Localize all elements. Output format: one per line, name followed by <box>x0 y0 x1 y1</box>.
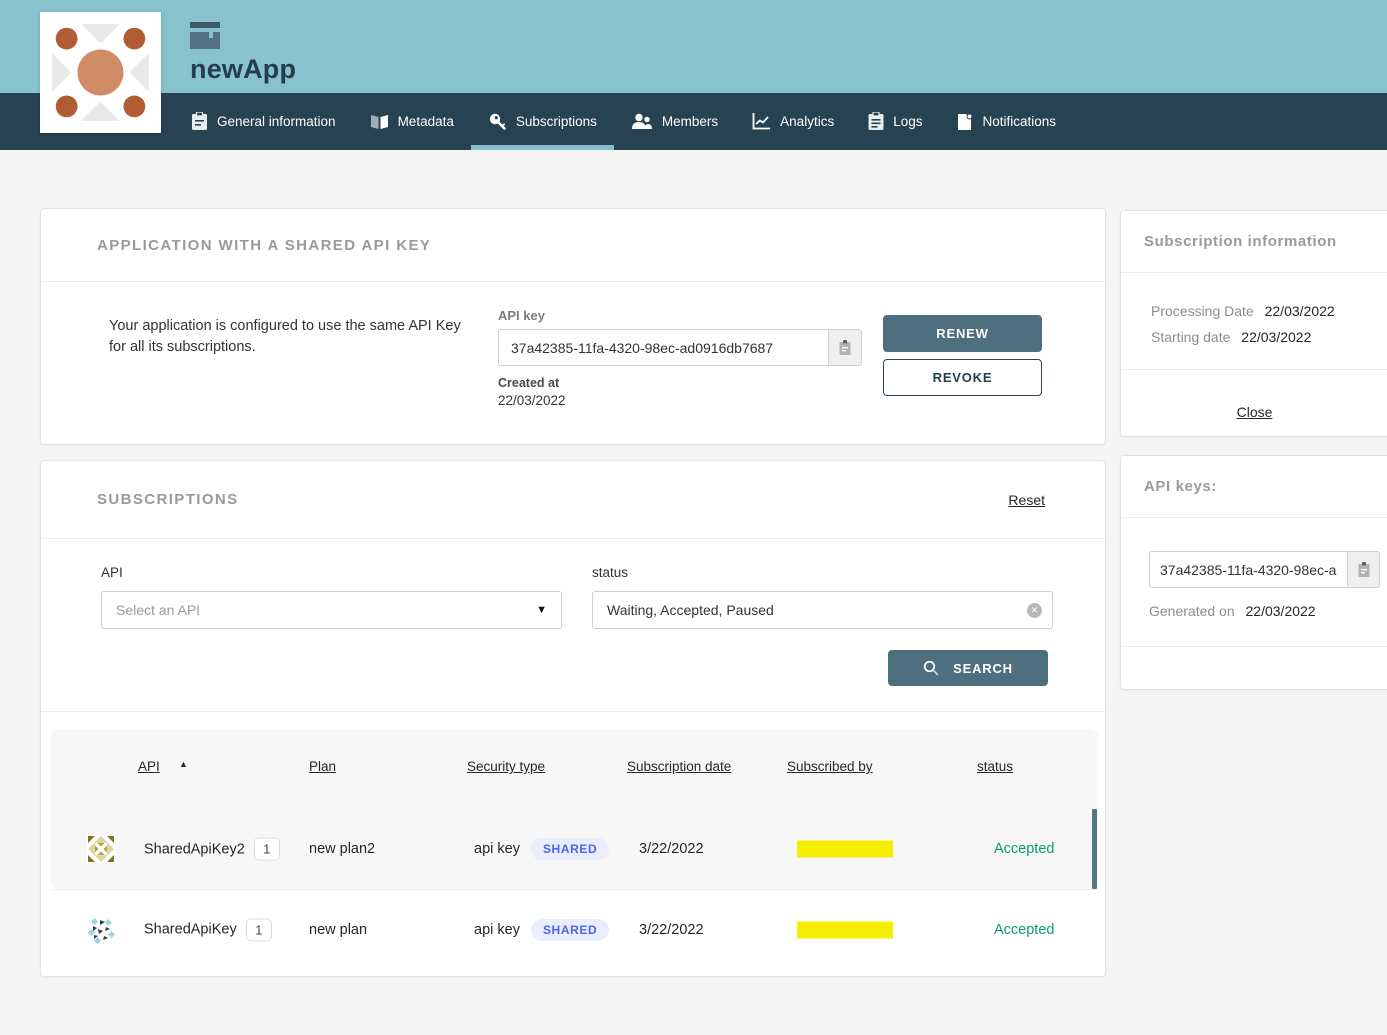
starting-date-label: Starting date <box>1151 329 1230 345</box>
api-avatar <box>87 916 115 944</box>
api-key-label: API key <box>498 308 862 323</box>
api-avatar <box>87 835 115 863</box>
created-at-value: 22/03/2022 <box>498 393 862 408</box>
table-row[interactable]: SharedApiKey 1 new plan api key SHARED 3… <box>51 889 1098 969</box>
subscription-count-badge: 1 <box>246 918 272 941</box>
logs-icon <box>868 112 884 131</box>
copy-icon <box>838 339 852 356</box>
subscriptions-table: API ▲ Plan Security type Subscription da… <box>51 729 1098 969</box>
tab-general-information[interactable]: General information <box>174 93 353 150</box>
api-select[interactable]: Select an API ▼ <box>101 591 562 629</box>
column-header-subscribed-by[interactable]: Subscribed by <box>787 759 873 774</box>
processing-date-label: Processing Date <box>1151 303 1254 319</box>
tab-metadata[interactable]: Metadata <box>353 93 471 150</box>
api-select-placeholder: Select an API <box>116 602 536 618</box>
shared-chip: SHARED <box>531 919 609 941</box>
generated-on-value: 22/03/2022 <box>1246 603 1316 619</box>
app-avatar <box>40 12 161 133</box>
subscribed-by-redacted <box>797 921 893 938</box>
chevron-down-icon: ▼ <box>536 604 547 616</box>
security-type: api key <box>474 841 520 857</box>
renew-button[interactable]: RENEW <box>883 315 1042 352</box>
tab-members[interactable]: Members <box>614 93 735 150</box>
divider <box>41 711 1105 712</box>
column-header-subscription-date[interactable]: Subscription date <box>627 759 731 774</box>
sort-asc-icon[interactable]: ▲ <box>179 759 188 769</box>
plan-name: new plan <box>309 922 367 938</box>
copy-api-key-button[interactable] <box>828 329 862 366</box>
column-header-api[interactable]: API <box>138 759 160 774</box>
panel-title: Subscription information <box>1144 233 1337 250</box>
card-title: SUBSCRIPTIONS <box>97 491 239 508</box>
status-filter-label: status <box>592 565 628 580</box>
api-keys-panel: API keys: Generated on 22/03/2022 <box>1120 455 1387 690</box>
column-header-security-type[interactable]: Security type <box>467 759 545 774</box>
column-header-plan[interactable]: Plan <box>309 759 336 774</box>
processing-date-value: 22/03/2022 <box>1265 303 1335 319</box>
column-header-status[interactable]: status <box>977 759 1013 774</box>
panel-title: API keys: <box>1144 478 1217 495</box>
status-value: Accepted <box>994 922 1054 938</box>
app-avatar-pattern <box>40 12 161 133</box>
tab-bar: General information Metadata Subscriptio… <box>0 93 1387 150</box>
shared-key-description: Your application is configured to use th… <box>109 316 477 358</box>
tab-logs[interactable]: Logs <box>851 93 939 150</box>
subscription-information-panel: Subscription information Processing Date… <box>1120 210 1387 437</box>
notification-icon <box>956 113 973 131</box>
shared-chip: SHARED <box>531 838 609 860</box>
page-title: newApp <box>190 54 296 85</box>
subscribed-by-redacted <box>797 841 893 858</box>
clipboard-icon <box>191 112 208 131</box>
created-at-label: Created at <box>498 376 862 390</box>
plan-name: new plan2 <box>309 841 375 857</box>
divider <box>1121 646 1387 647</box>
sidebar-api-key-input[interactable] <box>1149 551 1347 588</box>
tab-notifications[interactable]: Notifications <box>939 93 1073 150</box>
status-filter-input[interactable] <box>592 591 1053 629</box>
application-icon <box>190 22 220 49</box>
tab-label: Members <box>662 114 718 129</box>
app-title-block: newApp <box>190 22 296 85</box>
status-value: Accepted <box>994 841 1054 857</box>
generated-on-label: Generated on <box>1149 603 1235 619</box>
search-icon <box>923 660 939 676</box>
key-icon <box>488 112 507 131</box>
api-filter-label: API <box>101 565 123 580</box>
tab-analytics[interactable]: Analytics <box>735 93 851 150</box>
tab-label: Subscriptions <box>516 114 597 129</box>
book-icon <box>370 113 389 130</box>
table-scrollbar[interactable] <box>1092 809 1097 889</box>
api-name: SharedApiKey <box>144 922 237 938</box>
clear-status-icon[interactable]: ✕ <box>1027 603 1042 618</box>
api-key-input[interactable] <box>498 329 828 366</box>
tab-label: General information <box>217 114 336 129</box>
subscription-date: 3/22/2022 <box>639 922 704 938</box>
subscription-date: 3/22/2022 <box>639 841 704 857</box>
tab-subscriptions[interactable]: Subscriptions <box>471 93 614 150</box>
subscription-count-badge: 1 <box>254 838 280 861</box>
close-link[interactable]: Close <box>1237 404 1273 420</box>
card-title: APPLICATION WITH A SHARED API KEY <box>97 237 431 254</box>
reset-link[interactable]: Reset <box>1008 492 1045 508</box>
shared-api-key-card: APPLICATION WITH A SHARED API KEY Your a… <box>40 208 1106 445</box>
chart-icon <box>752 113 771 130</box>
tab-label: Notifications <box>982 114 1056 129</box>
table-row[interactable]: SharedApiKey2 1 new plan2 api key SHARED… <box>51 809 1098 889</box>
tab-label: Analytics <box>780 114 834 129</box>
search-button[interactable]: SEARCH <box>888 650 1048 686</box>
copy-api-key-button[interactable] <box>1347 551 1380 588</box>
divider <box>1121 369 1387 370</box>
subscriptions-card: SUBSCRIPTIONS Reset API Select an API ▼ … <box>40 460 1106 977</box>
starting-date-value: 22/03/2022 <box>1241 329 1311 345</box>
search-button-label: SEARCH <box>953 661 1013 676</box>
copy-icon <box>1357 561 1371 578</box>
tab-label: Logs <box>893 114 922 129</box>
table-header-row: API ▲ Plan Security type Subscription da… <box>51 729 1098 809</box>
security-type: api key <box>474 922 520 938</box>
tab-label: Metadata <box>398 114 454 129</box>
revoke-button[interactable]: REVOKE <box>883 359 1042 396</box>
members-icon <box>631 113 653 130</box>
api-name: SharedApiKey2 <box>144 841 245 857</box>
